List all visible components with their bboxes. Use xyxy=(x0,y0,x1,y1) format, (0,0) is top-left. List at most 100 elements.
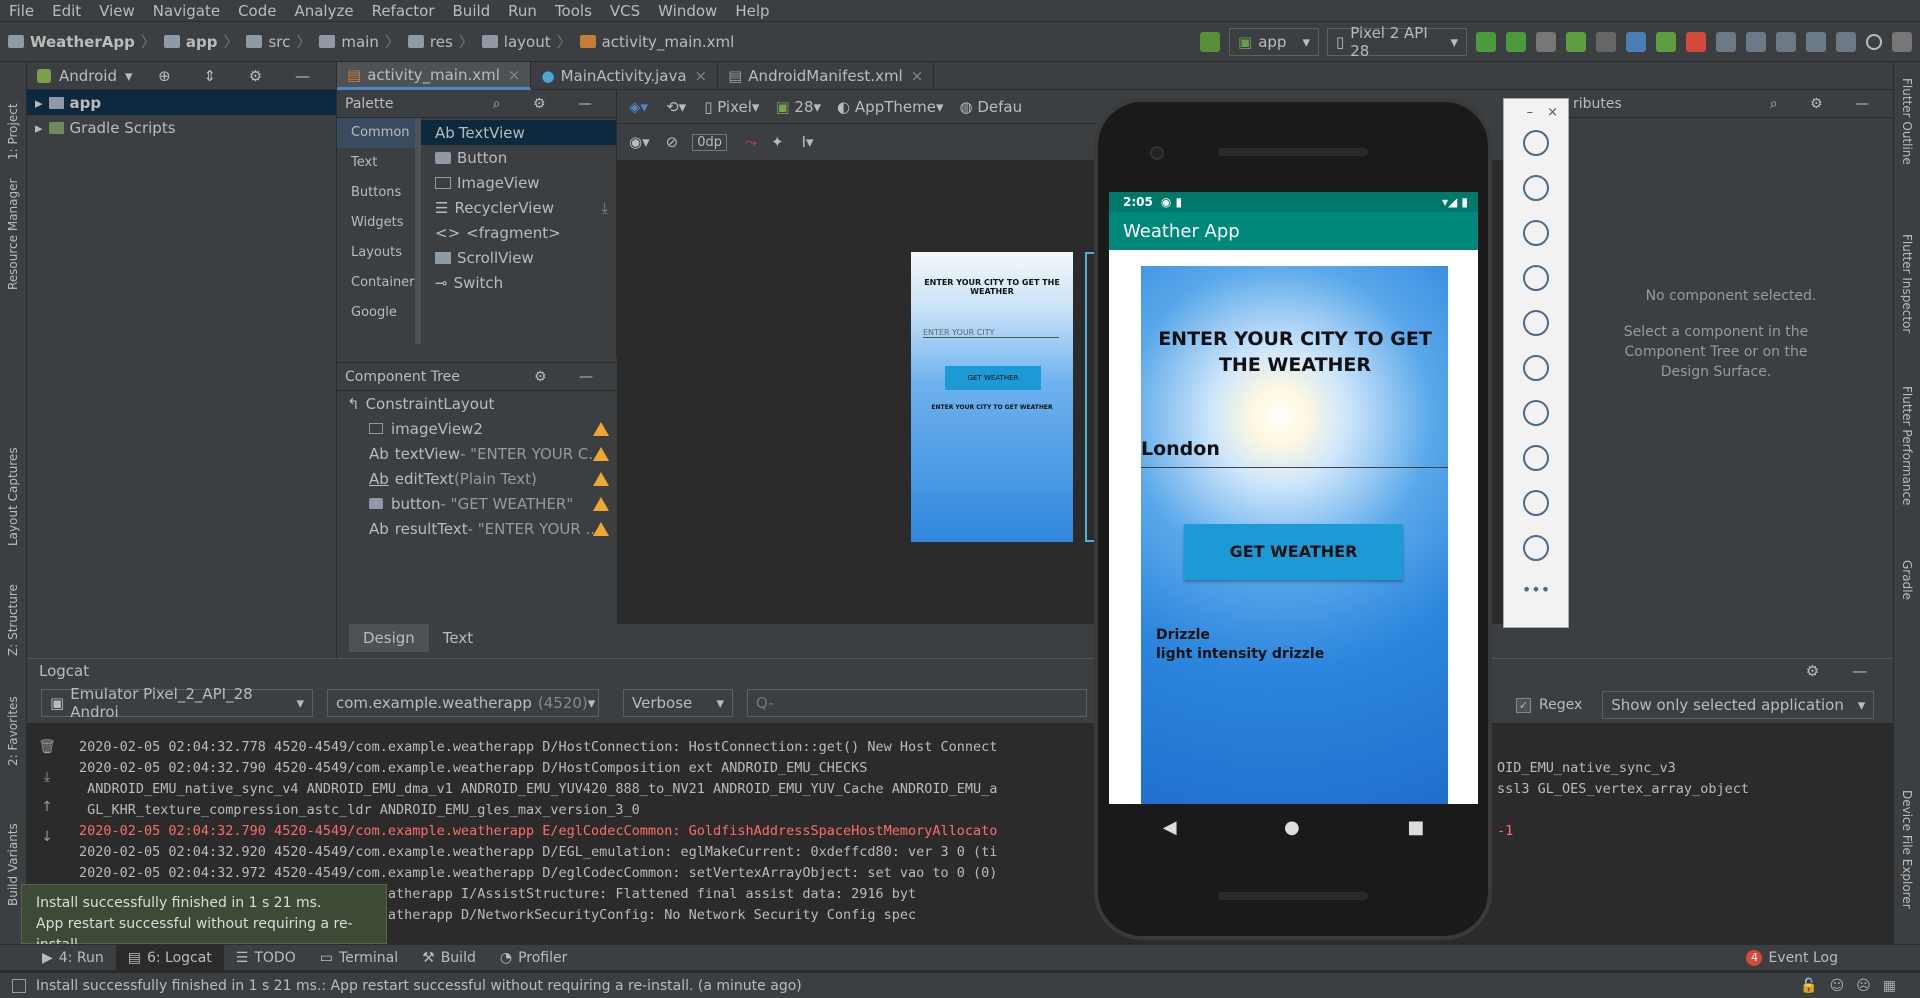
profile-icon[interactable] xyxy=(1626,31,1646,52)
overview-icon[interactable] xyxy=(1523,535,1549,561)
run-config-select[interactable]: ▣ app ▾ xyxy=(1229,27,1319,56)
breadcrumb-app[interactable]: app 〉 xyxy=(163,31,238,52)
tool-structure[interactable]: Z: Structure xyxy=(6,584,20,656)
logcat-filter-select[interactable]: Show only selected application ▾ xyxy=(1602,691,1875,719)
menu-tools[interactable]: Tools xyxy=(546,0,601,22)
menu-vcs[interactable]: VCS xyxy=(601,0,649,22)
palette-category-google[interactable]: Google xyxy=(337,298,415,328)
warning-icon[interactable] xyxy=(593,421,609,436)
menu-window[interactable]: Window xyxy=(649,0,726,22)
tab-text[interactable]: Text xyxy=(429,624,487,652)
menu-edit[interactable]: Edit xyxy=(43,0,90,22)
download-icon[interactable]: ⤓ xyxy=(601,199,608,217)
sync-icon[interactable] xyxy=(1836,31,1856,52)
attach-icon[interactable] xyxy=(1656,31,1676,52)
autoconnect-icon[interactable]: ⊘ xyxy=(666,133,679,151)
tree-edittext[interactable]: Ab editText (Plain Text) xyxy=(337,466,617,491)
menu-analyze[interactable]: Analyze xyxy=(285,0,362,22)
tool-gradle[interactable]: Gradle xyxy=(1900,560,1914,600)
tab-android-manifest[interactable]: ▤ AndroidManifest.xml × xyxy=(718,62,935,90)
tool-resource-manager[interactable]: Resource Manager xyxy=(6,179,20,290)
power-icon[interactable] xyxy=(1523,130,1549,156)
design-preview[interactable]: ENTER YOUR CITY TO GET THE WEATHER ENTER… xyxy=(911,252,1073,542)
install-notification[interactable]: Install successfully finished in 1 s 21 … xyxy=(21,884,387,953)
volume-up-icon[interactable] xyxy=(1523,175,1549,201)
status-icons[interactable]: 🔓☺☹▦ xyxy=(1800,978,1908,994)
menu-view[interactable]: View xyxy=(90,0,144,22)
default-margin-select[interactable]: 0dp xyxy=(692,133,727,151)
home-icon[interactable] xyxy=(1523,490,1549,516)
infer-constraints-icon[interactable]: ✦ xyxy=(771,133,784,151)
menu-build[interactable]: Build xyxy=(444,0,500,22)
warning-icon[interactable] xyxy=(593,471,609,486)
rotate-left-icon[interactable] xyxy=(1523,265,1549,291)
theme-select[interactable]: ◐ AppTheme▾ xyxy=(837,98,943,116)
logcat-device-select[interactable]: ▣ Emulator Pixel_2_API_28 Androi ▾ xyxy=(41,685,313,721)
home-icon[interactable]: ● xyxy=(1284,817,1300,838)
breadcrumb-main[interactable]: main 〉 xyxy=(319,31,400,52)
component-tree-actions[interactable]: ⚙ — xyxy=(534,369,607,385)
stop-icon[interactable] xyxy=(1686,31,1706,52)
overview-icon[interactable]: ■ xyxy=(1407,817,1424,838)
menu-help[interactable]: Help xyxy=(726,0,778,22)
api-select[interactable]: ▣ 28▾ xyxy=(775,98,821,116)
tab-activity-main[interactable]: ▤ activity_main.xml × xyxy=(337,62,532,90)
tab-todo[interactable]: ☰ TODO xyxy=(224,945,308,971)
tree-constraint-layout[interactable]: ↰ ConstraintLayout xyxy=(337,391,617,416)
tree-item-app[interactable]: ▸ app xyxy=(27,90,336,115)
palette-category-layouts[interactable]: Layouts xyxy=(337,238,415,268)
menu-run[interactable]: Run xyxy=(499,0,546,22)
get-weather-button[interactable]: GET WEATHER xyxy=(1184,524,1403,580)
logcat-actions[interactable]: ⚙ — xyxy=(1806,662,1881,680)
city-input[interactable]: London xyxy=(1141,438,1448,468)
tab-profiler[interactable]: ◔ Profiler xyxy=(488,945,580,971)
breadcrumb-file[interactable]: activity_main.xml xyxy=(579,33,734,51)
event-log-button[interactable]: 4 Event Log xyxy=(1734,945,1850,971)
back-icon[interactable] xyxy=(1523,445,1549,471)
project-panel-actions[interactable]: ⊕ ⇕ ⚙ — xyxy=(158,67,324,85)
tool-layout-captures[interactable]: Layout Captures xyxy=(6,447,20,546)
breadcrumb-layout[interactable]: layout 〉 xyxy=(481,31,572,52)
attributes-actions[interactable]: ⌕ ⚙ — xyxy=(1770,96,1883,112)
logcat-search-input[interactable]: Q- xyxy=(747,689,1087,717)
palette-actions[interactable]: ⌕ ⚙ — xyxy=(493,96,606,112)
palette-item-scrollview[interactable]: ScrollView xyxy=(421,245,616,270)
avd-manager-icon[interactable] xyxy=(1746,31,1766,52)
layers-icon[interactable]: ◈▾ xyxy=(629,98,648,116)
palette-item-imageview[interactable]: ImageView xyxy=(421,170,616,195)
down-icon[interactable]: ↓ xyxy=(35,829,59,859)
tab-build[interactable]: ⚒ Build xyxy=(410,945,488,971)
search-icon[interactable] xyxy=(1866,33,1882,50)
status-message[interactable]: Install successfully finished in 1 s 21 … xyxy=(36,978,802,994)
locale-select[interactable]: ◍ Defau xyxy=(959,98,1022,116)
warning-icon[interactable] xyxy=(593,446,609,461)
debug-icon[interactable] xyxy=(1566,31,1586,52)
project-view-select[interactable]: Android xyxy=(59,67,117,85)
breadcrumb-src[interactable]: src 〉 xyxy=(246,31,311,52)
status-toggle-icon[interactable] xyxy=(12,978,26,993)
back-icon[interactable]: ◀ xyxy=(1163,817,1177,838)
menu-navigate[interactable]: Navigate xyxy=(144,0,229,22)
breadcrumb-project[interactable]: WeatherApp 〉 xyxy=(8,31,156,52)
guidelines-icon[interactable]: Ι▾ xyxy=(802,133,814,151)
tool-flutter-performance[interactable]: Flutter Performance xyxy=(1900,386,1914,505)
tab-design[interactable]: Design xyxy=(349,624,429,652)
scroll-to-end-icon[interactable]: ⤓ xyxy=(35,769,59,799)
palette-category-widgets[interactable]: Widgets xyxy=(337,208,415,238)
up-icon[interactable]: ↑ xyxy=(35,799,59,829)
palette-category-buttons[interactable]: Buttons xyxy=(337,178,415,208)
attach-debugger-icon[interactable] xyxy=(1596,31,1616,52)
tab-main-activity[interactable]: ● MainActivity.java × xyxy=(531,62,719,90)
logcat-process-select[interactable]: com.example.weatherapp (4520) ▾ xyxy=(327,689,599,717)
tab-terminal[interactable]: ▭ Terminal xyxy=(308,945,410,971)
palette-item-fragment[interactable]: <> <fragment> xyxy=(421,220,616,245)
trash-icon[interactable]: 🗑 xyxy=(35,739,59,769)
emulator-window-controls[interactable]: – × xyxy=(1504,99,1568,120)
tree-resulttext[interactable]: Ab resultText - "ENTER YOUR ... xyxy=(337,516,617,541)
rerun-icon[interactable] xyxy=(1536,31,1556,52)
palette-category-text[interactable]: Text xyxy=(337,148,415,178)
tab-logcat[interactable]: ▤ 6: Logcat xyxy=(115,944,224,971)
zoom-icon[interactable] xyxy=(1523,400,1549,426)
settings-icon[interactable] xyxy=(1892,31,1912,52)
volume-down-icon[interactable] xyxy=(1523,220,1549,246)
